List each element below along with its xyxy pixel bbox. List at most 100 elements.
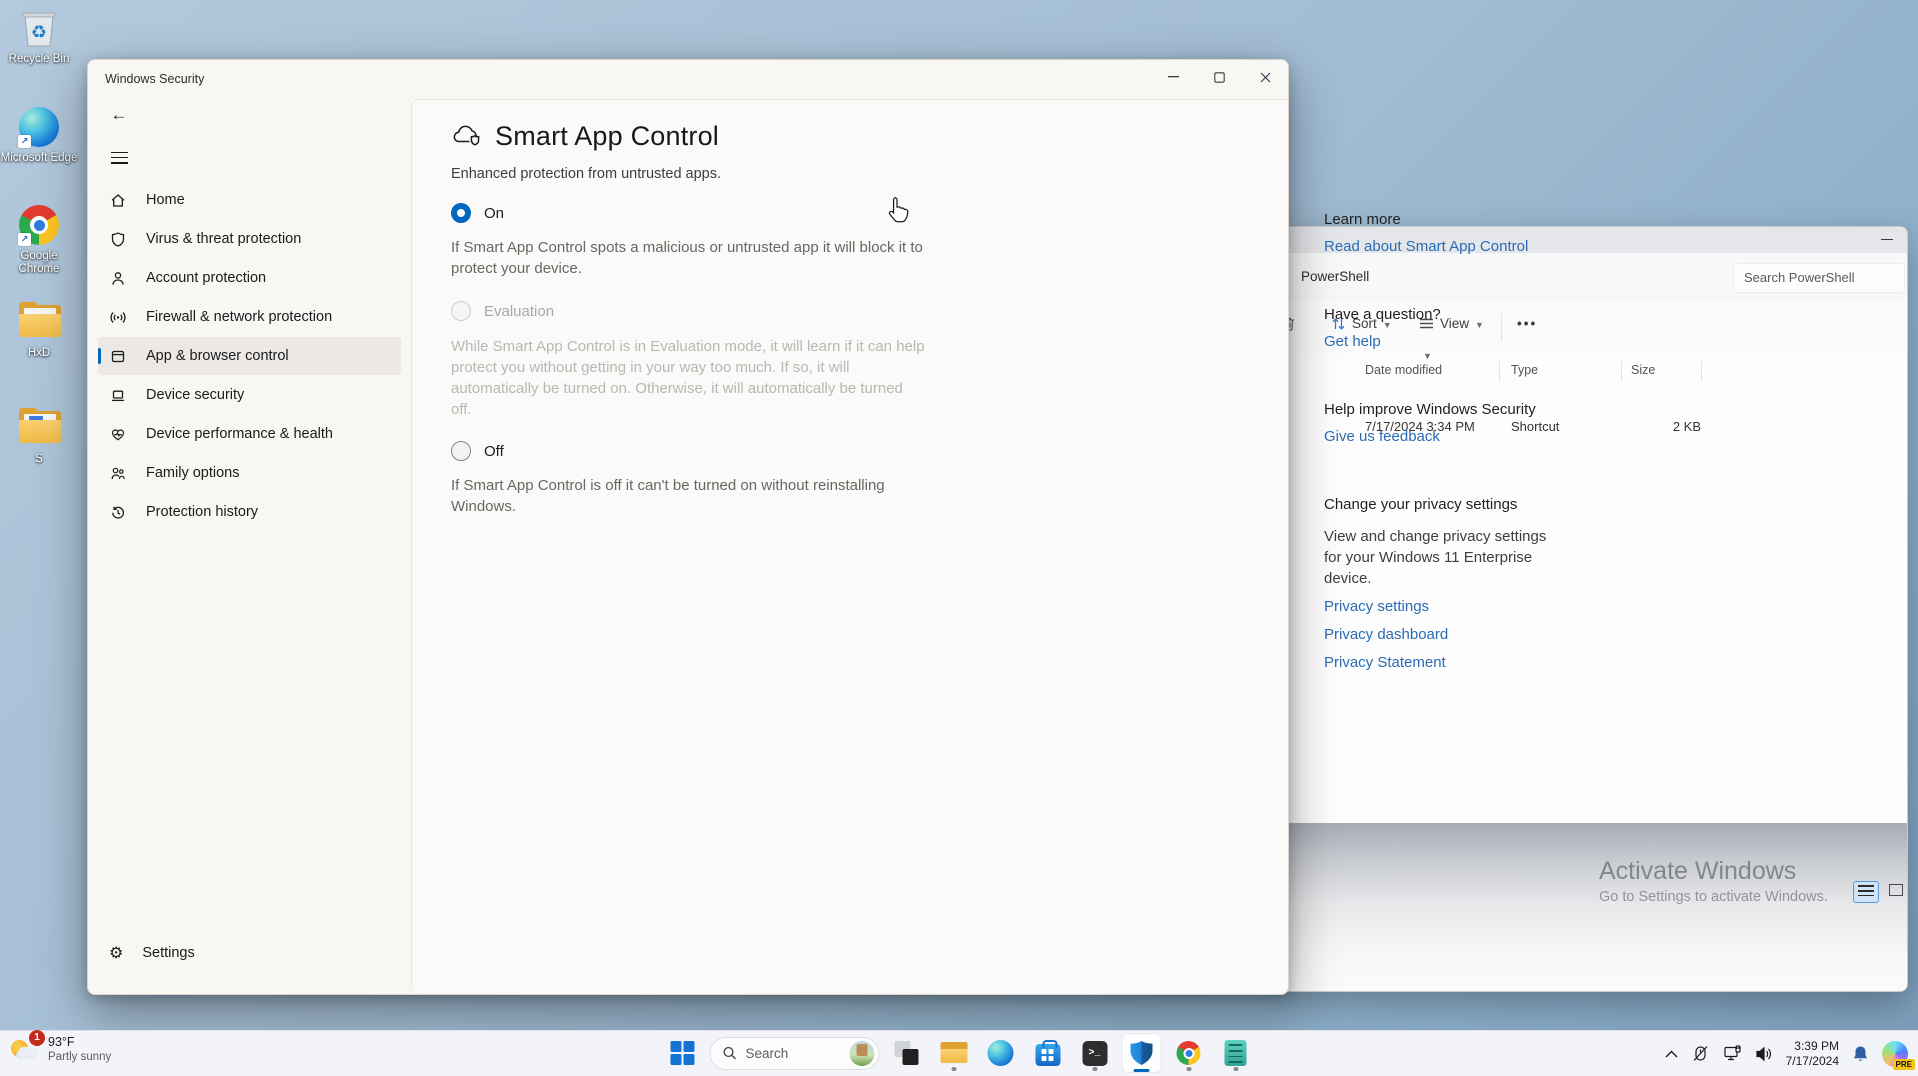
close-button[interactable] [1242,60,1288,94]
shortcut-arrow-icon: ↗ [18,233,31,246]
file-explorer-button[interactable] [934,1033,974,1073]
notification-badge: 1 [29,1030,45,1046]
radio-off-unselected-icon[interactable] [451,441,471,461]
nav-label: Family options [146,465,239,481]
clock[interactable]: 3:39 PM 7/17/2024 [1786,1039,1839,1069]
notepad-button[interactable] [1216,1033,1256,1073]
minimize-button[interactable] [1150,60,1196,94]
desktop-icon-recycle-bin[interactable]: ♻ Recycle Bin [0,8,78,66]
security-nav: Home Virus & threat protection Account p… [88,180,411,532]
nav-label: Firewall & network protection [146,309,332,325]
health-heart-icon [109,426,127,443]
column-header-size[interactable]: Size [1631,363,1655,377]
link-get-help[interactable]: Get help [1324,332,1552,352]
gear-icon: ⚙ [109,945,123,961]
maximize-button[interactable] [1196,60,1242,94]
desktop-icon-edge[interactable]: ↗ Microsoft Edge [0,106,78,165]
aside-heading-question: Have a question? [1324,305,1552,325]
details-view-toggle[interactable] [1853,881,1879,903]
link-privacy-statement[interactable]: Privacy Statement [1324,653,1552,673]
windows-security-button[interactable] [1122,1033,1162,1073]
nav-item-device-security[interactable]: Device security [98,376,401,414]
weather-widget[interactable]: 1 93°F Partly sunny [10,1034,111,1064]
terminal-icon: >_ [1082,1041,1107,1066]
aside-heading-improve: Help improve Windows Security [1324,400,1552,420]
tray-time: 3:39 PM [1786,1039,1839,1054]
store-icon [1035,1044,1060,1066]
notification-bell-icon[interactable] [1852,1045,1869,1063]
nav-item-virus-threat-protection[interactable]: Virus & threat protection [98,220,401,258]
desktop-icon-label: S [0,453,78,466]
edge-icon [988,1040,1014,1066]
speaker-icon[interactable] [1755,1046,1773,1062]
link-give-feedback[interactable]: Give us feedback [1324,427,1552,447]
desktop-icon-s[interactable]: S [0,406,78,466]
chrome-icon: ↗ [17,205,61,247]
microsoft-store-button[interactable] [1028,1033,1068,1073]
content-card: Smart App Control Enhanced protection fr… [411,99,1288,994]
link-privacy-dashboard[interactable]: Privacy dashboard [1324,625,1552,645]
link-privacy-settings[interactable]: Privacy settings [1324,597,1552,617]
shortcut-arrow-icon: ↗ [18,135,31,148]
desktop-icon-label: Google Chrome [0,250,78,276]
copilot-button[interactable]: PRE [1882,1041,1908,1067]
weather-temperature: 93°F [48,1035,111,1050]
terminal-button[interactable]: >_ [1075,1033,1115,1073]
radio-on-selected-icon[interactable] [451,203,471,223]
nav-item-app-browser-control[interactable]: App & browser control [98,337,401,375]
recycle-bin-icon: ♻ [17,8,61,50]
task-view-icon [895,1041,919,1065]
menu-button[interactable] [104,144,134,174]
help-aside: Learn more Read about Smart App Control … [1324,210,1552,673]
network-display-icon[interactable] [1723,1045,1742,1062]
copilot-pre-badge: PRE [1893,1059,1915,1070]
start-button[interactable] [663,1033,703,1073]
taskbar-search-input[interactable]: Search [710,1037,880,1070]
link-read-about-smart-app-control[interactable]: Read about Smart App Control [1324,237,1552,257]
page-title: Smart App Control [495,121,719,152]
minimize-icon[interactable] [1881,239,1893,240]
folder-icon [17,408,61,450]
mouse-slash-icon[interactable] [1691,1044,1710,1063]
desktop: ♻ Recycle Bin ↗ Microsoft Edge ↗ Google … [0,0,1918,1076]
nav-label: Home [146,192,185,208]
nav-label: Device performance & health [146,426,333,442]
notepad-icon [1225,1040,1247,1066]
nav-item-settings[interactable]: ⚙ Settings [98,934,412,972]
icons-view-toggle[interactable] [1883,881,1909,903]
radio-off-description: If Smart App Control is off it can't be … [451,475,925,517]
chrome-icon [1177,1041,1201,1065]
windows-logo-icon [670,1041,695,1066]
tray-date: 7/17/2024 [1786,1054,1839,1069]
chrome-button[interactable] [1169,1033,1209,1073]
svg-text:♻: ♻ [31,22,47,43]
weather-icon: 1 [10,1034,40,1064]
edge-icon: ↗ [17,107,61,149]
back-button[interactable]: ← [104,100,134,130]
task-view-button[interactable] [887,1033,927,1073]
tray-chevron-up-icon[interactable] [1665,1050,1678,1058]
history-icon [109,504,127,521]
nav-item-device-performance[interactable]: Device performance & health [98,415,401,453]
radio-option-off[interactable]: Off [451,441,925,461]
nav-item-home[interactable]: Home [98,181,401,219]
desktop-icon-chrome[interactable]: ↗ Google Chrome [0,204,78,276]
search-icon [723,1046,737,1060]
explorer-search-input[interactable]: Search PowerShell [1733,263,1905,293]
security-shield-icon [1130,1040,1154,1066]
nav-item-account-protection[interactable]: Account protection [98,259,401,297]
desktop-icon-hxd[interactable]: HxD [0,300,78,360]
file-size: 2 KB [1671,419,1701,434]
desktop-icon-label: HxD [0,347,78,360]
nav-label: Settings [142,945,194,961]
edge-button[interactable] [981,1033,1021,1073]
system-tray: 3:39 PM 7/17/2024 PRE [1665,1031,1908,1076]
radio-evaluation-disabled-icon [451,301,471,321]
search-placeholder: Search [746,1046,841,1061]
radio-option-on[interactable]: On [451,203,925,223]
nav-item-protection-history[interactable]: Protection history [98,493,401,531]
nav-label: Virus & threat protection [146,231,301,247]
nav-item-family-options[interactable]: Family options [98,454,401,492]
nav-item-firewall-network[interactable]: Firewall & network protection [98,298,401,336]
windows-security-window: Windows Security ← Home Virus & threat p… [87,59,1289,995]
